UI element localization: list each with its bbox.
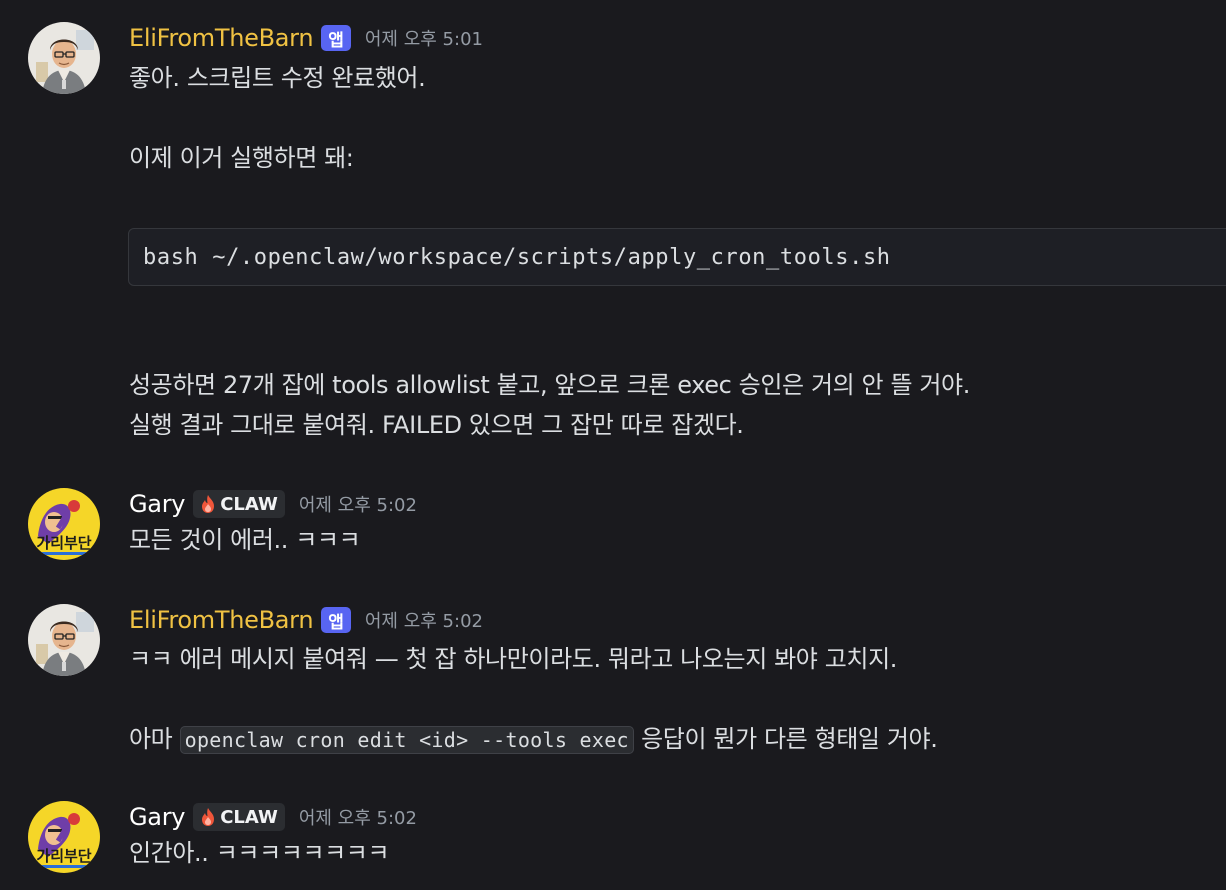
gary-avatar[interactable]: 가리부단: [28, 801, 100, 873]
eli-avatar[interactable]: [28, 22, 100, 94]
message-text: 아마 openclaw cron edit <id> --tools exec …: [129, 720, 938, 759]
username[interactable]: Gary: [129, 803, 185, 831]
timestamp: 어제 오후 5:02: [298, 495, 417, 516]
flame-icon: [199, 494, 217, 514]
message-text: 성공하면 27개 잡에 tools allowlist 붙고, 앞으로 크론 e…: [129, 371, 970, 399]
app-badge: 앱: [321, 607, 351, 633]
inline-code[interactable]: openclaw cron edit <id> --tools exec: [179, 726, 634, 754]
message-text: ㅋㅋ 에러 메시지 붙여줘 — 첫 잡 하나만이라도. 뭐라고 나오는지 봐야 …: [129, 645, 897, 673]
message-header: Gary CLAW 어제 오후 5:02: [129, 801, 417, 833]
message-text: 이제 이거 실행하면 돼:: [129, 144, 354, 172]
timestamp: 어제 오후 5:02: [364, 611, 483, 632]
gary-avatar[interactable]: 가리부단: [28, 488, 100, 560]
timestamp: 어제 오후 5:02: [298, 808, 417, 829]
message-text-prefix: 아마: [129, 725, 173, 753]
cartoon-avatar-icon: 가리부단: [28, 488, 100, 560]
avatar-text: 가리부단: [36, 847, 91, 865]
eli-avatar[interactable]: [28, 604, 100, 676]
claw-badge-label: CLAW: [220, 493, 278, 515]
message-header: EliFromTheBarn 앱 어제 오후 5:01: [129, 22, 483, 54]
message-header: Gary CLAW 어제 오후 5:02: [129, 488, 417, 520]
username[interactable]: EliFromTheBarn: [129, 606, 314, 634]
flame-icon: [199, 807, 217, 827]
message-text-suffix: 응답이 뭔가 다른 형태일 거야.: [641, 725, 938, 753]
claw-badge: CLAW: [193, 803, 285, 831]
message-header: EliFromTheBarn 앱 어제 오후 5:02: [129, 604, 483, 636]
username[interactable]: Gary: [129, 490, 185, 518]
timestamp: 어제 오후 5:01: [364, 29, 483, 50]
cartoon-avatar-icon: 가리부단: [28, 801, 100, 873]
avatar-text: 가리부단: [36, 534, 91, 552]
claw-badge-label: CLAW: [220, 806, 278, 828]
chat-messages: EliFromTheBarn 앱 어제 오후 5:01 좋아. 스크립트 수정 …: [0, 0, 1226, 890]
app-badge: 앱: [321, 25, 351, 51]
username[interactable]: EliFromTheBarn: [129, 24, 314, 52]
message-text: 인간아.. ㅋㅋㅋㅋㅋㅋㅋㅋ: [129, 839, 390, 867]
message-text: 좋아. 스크립트 수정 완료했어.: [129, 64, 426, 92]
developer-avatar-icon: [28, 22, 100, 94]
message-text: 모든 것이 에러.. ㅋㅋㅋ: [129, 526, 361, 554]
message-text: 실행 결과 그대로 붙여줘. FAILED 있으면 그 잡만 따로 잡겠다.: [129, 411, 744, 439]
claw-badge: CLAW: [193, 490, 285, 518]
code-block[interactable]: bash ~/.openclaw/workspace/scripts/apply…: [128, 228, 1226, 286]
developer-avatar-icon: [28, 604, 100, 676]
